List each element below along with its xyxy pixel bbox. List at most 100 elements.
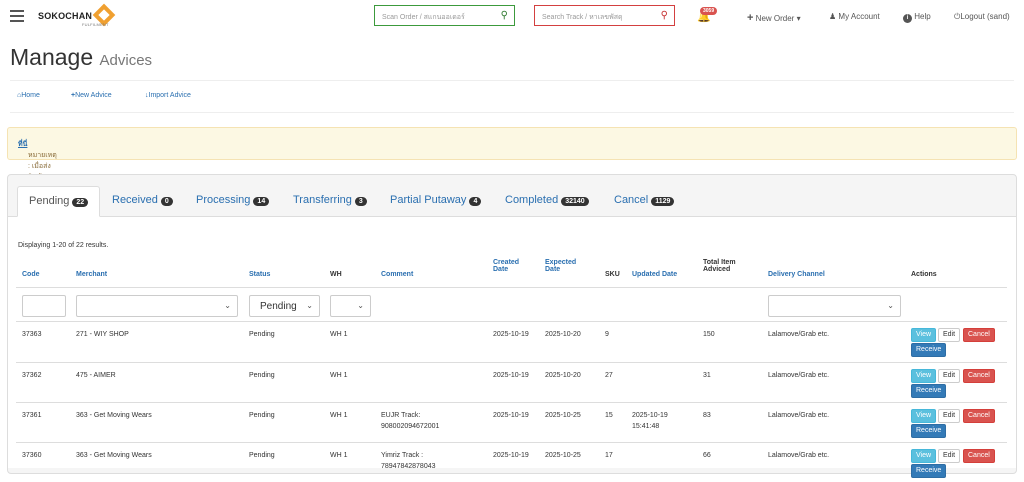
search-icon[interactable]: ⚲: [661, 10, 668, 21]
receive-button[interactable]: Receive: [911, 343, 947, 357]
edit-button[interactable]: Edit: [938, 369, 961, 383]
tab-completed[interactable]: Completed 32140: [494, 186, 600, 217]
cancel-button[interactable]: Cancel: [963, 369, 995, 383]
tab-partial-putaway[interactable]: Partial Putaway 4: [379, 186, 492, 217]
divider: [10, 80, 1014, 81]
column-status[interactable]: Status: [249, 271, 270, 278]
edit-button[interactable]: Edit: [938, 449, 961, 463]
logout-link[interactable]: ⏻Logout (sand): [954, 12, 1010, 22]
cell-total: 83: [703, 412, 711, 419]
notice-link[interactable]: ที่นี่: [18, 141, 27, 148]
tab-received[interactable]: Received 0: [101, 186, 184, 217]
cell-code: 37363: [22, 331, 42, 338]
table-row: 37362 475 - AIMER Pending WH 1 2025-10-19 202…: [16, 362, 1007, 402]
view-button[interactable]: View: [911, 449, 937, 463]
cell-status: Pending: [249, 412, 275, 419]
tab-processing[interactable]: Processing 14: [185, 186, 280, 217]
tab-count-badge: 0: [160, 197, 173, 206]
import-advice-label: Import Advice: [148, 92, 191, 99]
table-row: 37360 363 - Get Moving Wears Pending WH 1 20…: [16, 442, 1007, 482]
tab-count-badge: 14: [253, 197, 270, 206]
view-button[interactable]: View: [911, 369, 937, 383]
receive-button[interactable]: Receive: [911, 464, 947, 478]
wh-filter-select[interactable]: ⌄: [330, 295, 371, 317]
column-expected-date[interactable]: Expected Date: [545, 259, 576, 273]
cell-comment: Yimriz Track : 78947842878043: [381, 450, 436, 472]
cell-code: 37361: [22, 412, 42, 419]
my-account-link[interactable]: ♟ My Account: [829, 12, 880, 21]
chevron-down-icon: ⌄: [224, 301, 231, 310]
search-track-input[interactable]: Search Track / หาเลขพัสดุ ⚲: [534, 5, 675, 26]
tab-count-badge: 3: [354, 197, 367, 206]
breadcrumb-home[interactable]: ⌂Home: [17, 92, 40, 99]
cancel-button[interactable]: Cancel: [963, 449, 995, 463]
merchant-filter-select[interactable]: ⌄: [76, 295, 238, 317]
cell-wh: WH 1: [330, 331, 348, 338]
view-button[interactable]: View: [911, 409, 937, 423]
comment-line2: 908002094672001: [381, 423, 440, 430]
cell-code: 37362: [22, 372, 42, 379]
tab-label: Partial Putaway: [390, 194, 467, 206]
tab-label: Transferring: [293, 194, 352, 206]
info-icon: i: [903, 14, 912, 23]
cell-total: 66: [703, 452, 711, 459]
edit-button[interactable]: Edit: [938, 328, 961, 342]
tab-count-badge: 22: [72, 198, 89, 207]
view-button[interactable]: View: [911, 328, 937, 342]
notice-alert: หมายเหตุ : เมื่อส่งสินค้ามาที่โกดัง เราจ…: [7, 127, 1017, 379]
tab-count-badge: 32140: [561, 197, 589, 206]
cell-delivery: Lalamove/Grab etc.: [768, 412, 830, 419]
tab-label: Pending: [29, 195, 70, 207]
hamburger-menu-icon[interactable]: [10, 10, 24, 22]
top-navbar: SOKOCHAN FULFILMENT Scan Order / สแกนออเ…: [0, 0, 1024, 34]
notice-text: หมายเหตุ : เมื่อส่งสินค้ามาที่โกดัง เราจ…: [18, 139, 57, 379]
new-advice-link[interactable]: +New Advice: [71, 92, 112, 99]
column-merchant[interactable]: Merchant: [76, 271, 107, 278]
updated-line1: 2025-10-19: [632, 412, 668, 419]
column-code[interactable]: Code: [22, 271, 40, 278]
brand-name: SOKOCHAN: [38, 11, 93, 21]
tab-transferring[interactable]: Transferring 3: [282, 186, 378, 217]
cell-sku: 27: [605, 372, 613, 379]
cell-updated-date: 2025-10-19 15:41:48: [632, 410, 668, 432]
column-created-date[interactable]: Created Date: [493, 259, 519, 273]
help-link[interactable]: i Help: [903, 12, 931, 23]
brand-logo[interactable]: SOKOCHAN FULFILMENT: [38, 3, 116, 27]
updated-line2: 15:41:48: [632, 423, 660, 430]
column-updated-date[interactable]: Updated Date: [632, 271, 677, 278]
cell-wh: WH 1: [330, 452, 348, 459]
page-title: Manage Advices: [10, 44, 152, 71]
receive-button[interactable]: Receive: [911, 424, 947, 438]
results-summary: Displaying 1-20 of 22 results.: [18, 242, 109, 249]
cancel-button[interactable]: Cancel: [963, 328, 995, 342]
cell-created: 2025-10-19: [493, 412, 529, 419]
status-filter-select[interactable]: Pending ⌄: [249, 295, 320, 317]
table-row: 37361 363 - Get Moving Wears Pending WH 1 20…: [16, 402, 1007, 442]
filter-row: ⌄ Pending ⌄ ⌄ ⌄: [16, 287, 1007, 318]
cell-expected: 2025-10-25: [545, 412, 581, 419]
code-filter-input[interactable]: [22, 295, 66, 317]
cell-comment: EUJR Track: 908002094672001: [381, 410, 439, 432]
new-order-menu[interactable]: + New Order ▾: [747, 12, 801, 24]
scan-order-input[interactable]: Scan Order / สแกนออเดอร์ ⚲: [374, 5, 515, 26]
cell-code: 37360: [22, 452, 42, 459]
cell-status: Pending: [249, 331, 275, 338]
tab-cancel[interactable]: Cancel 1129: [603, 186, 685, 217]
page-subtitle: Advices: [99, 52, 153, 69]
cell-created: 2025-10-19: [493, 372, 529, 379]
edit-button[interactable]: Edit: [938, 409, 961, 423]
column-delivery-channel[interactable]: Delivery Channel: [768, 271, 825, 278]
notification-count-badge[interactable]: 3059: [700, 7, 718, 15]
chevron-down-icon: ⌄: [306, 301, 313, 310]
brand-subtitle: FULFILMENT: [82, 22, 109, 27]
chevron-down-icon: ⌄: [887, 301, 894, 310]
search-icon[interactable]: ⚲: [501, 10, 508, 21]
delivery-filter-select[interactable]: ⌄: [768, 295, 901, 317]
tab-label: Cancel: [614, 194, 649, 206]
cancel-button[interactable]: Cancel: [963, 409, 995, 423]
tab-pending[interactable]: Pending 22: [17, 186, 101, 217]
receive-button[interactable]: Receive: [911, 384, 947, 398]
import-advice-link[interactable]: ↓Import Advice: [145, 92, 191, 99]
cell-merchant: 475 - AIMER: [76, 372, 116, 379]
column-comment[interactable]: Comment: [381, 271, 413, 278]
